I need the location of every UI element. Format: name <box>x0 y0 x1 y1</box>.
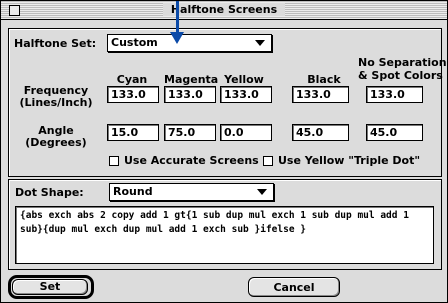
col-header-spot-line1: No Separations <box>358 56 448 69</box>
angle-spot-field[interactable]: 45.0 <box>366 124 423 141</box>
frequency-cyan-field[interactable]: 133.0 <box>107 86 159 103</box>
angle-magenta-field[interactable]: 75.0 <box>164 124 216 141</box>
dot-shape-popup[interactable]: Round <box>109 183 274 201</box>
dot-shape-panel: Dot Shape: Round {abs exch abs 2 copy ad… <box>8 179 442 270</box>
dot-shape-value: Round <box>113 185 153 198</box>
halftone-set-label: Halftone Set: <box>14 37 97 50</box>
frequency-label-line2: (Lines/Inch) <box>19 96 93 109</box>
title-bar[interactable]: Halftone Screens <box>1 1 447 20</box>
col-header-cyan: Cyan <box>116 73 148 86</box>
chevron-down-icon <box>257 189 267 195</box>
halftone-screens-dialog: Halftone Screens Halftone Set: Custom No… <box>0 0 448 303</box>
accurate-screens-checkbox[interactable] <box>109 156 119 166</box>
annotation-arrow-line <box>176 1 179 34</box>
dot-shape-label: Dot Shape: <box>15 186 84 199</box>
yellow-triple-dot-checkbox[interactable] <box>263 156 273 166</box>
window-title: Halftone Screens <box>1 3 447 16</box>
halftone-set-value: Custom <box>111 36 158 49</box>
annotation-arrow-icon <box>170 32 184 44</box>
accurate-screens-label[interactable]: Use Accurate Screens <box>124 154 259 167</box>
halftone-set-popup[interactable]: Custom <box>107 34 272 52</box>
dot-shape-postscript-field[interactable]: {abs exch abs 2 copy add 1 gt{1 sub dup … <box>15 206 434 264</box>
frequency-black-field[interactable]: 133.0 <box>292 86 349 103</box>
default-button-ring: Set <box>8 275 94 299</box>
chevron-down-icon <box>255 40 265 46</box>
col-header-magenta: Magenta <box>164 73 219 86</box>
col-header-yellow: Yellow <box>224 73 264 86</box>
screens-panel: Halftone Set: Custom No Separations & Sp… <box>8 28 448 177</box>
frequency-yellow-field[interactable]: 133.0 <box>220 86 272 103</box>
cancel-button[interactable]: Cancel <box>248 277 340 297</box>
frequency-magenta-field[interactable]: 133.0 <box>164 86 216 103</box>
frequency-spot-field[interactable]: 133.0 <box>366 86 423 103</box>
angle-label-line2: (Degrees) <box>25 136 87 149</box>
set-button[interactable]: Set <box>12 279 88 295</box>
angle-yellow-field[interactable]: 0.0 <box>220 124 272 141</box>
col-header-spot-line2: & Spot Colors <box>358 69 443 82</box>
angle-black-field[interactable]: 45.0 <box>292 124 349 141</box>
yellow-triple-dot-label[interactable]: Use Yellow "Triple Dot" <box>278 154 420 167</box>
angle-cyan-field[interactable]: 15.0 <box>107 124 159 141</box>
col-header-black: Black <box>307 73 341 86</box>
